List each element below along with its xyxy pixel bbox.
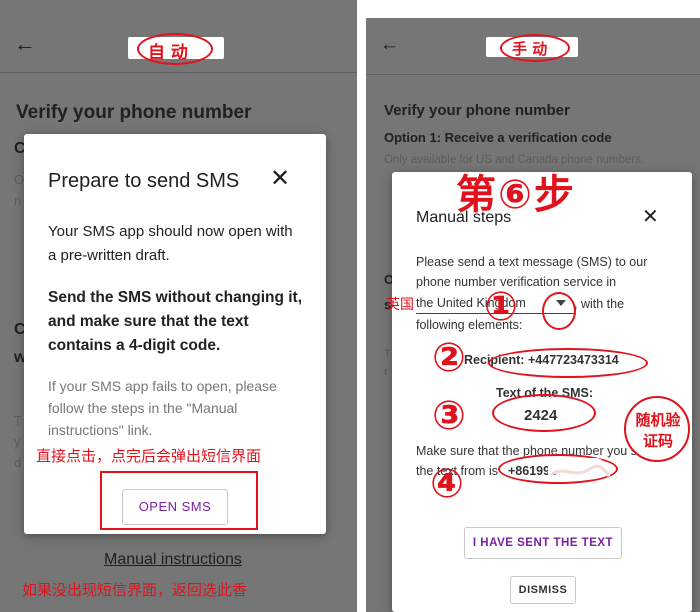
close-icon[interactable]: ✕	[642, 204, 659, 229]
annotation-step-1: ①	[484, 284, 518, 330]
right-app-bar: ← 手 动	[366, 18, 700, 74]
left-bg-fragment-y: y	[14, 434, 21, 449]
left-app-bar-divider	[0, 72, 357, 73]
right-bg-fragment-r: r	[384, 366, 388, 378]
right-bg-fragment-t1: T	[384, 348, 391, 360]
left-app-bar: ← 自 动	[0, 0, 357, 72]
sms-code-annotation-oval	[492, 394, 596, 432]
right-header-title: 手 动	[512, 40, 548, 58]
dismiss-button[interactable]: DISMISS	[510, 576, 576, 604]
right-page-heading: Verify your phone number	[384, 102, 570, 119]
left-header-title: 自 动	[148, 43, 188, 63]
annotation-step-2: ②	[432, 335, 466, 381]
left-bg-fragment-d: d	[14, 455, 22, 470]
annotation-random-code: 随机验证码	[635, 411, 681, 450]
manual-steps-dialog: Manual steps ✕ Please send a text messag…	[392, 172, 692, 612]
annotation-country-uk: 英国	[386, 297, 414, 313]
annotation-step-six: 第⑥步	[456, 172, 576, 218]
dialog-paragraph-fallback: If your SMS app fails to open, please fo…	[48, 378, 277, 438]
right-screen: ← 手 动 Verify your phone number Option 1:…	[366, 18, 700, 612]
left-page-heading: Verify your phone number	[16, 102, 252, 123]
redaction-scribble	[548, 458, 610, 477]
open-sms-button[interactable]: OPEN SMS	[122, 489, 228, 525]
left-bg-fragment-n: n	[14, 193, 22, 208]
right-app-bar-divider	[366, 74, 700, 75]
recipient-annotation-oval	[488, 348, 648, 378]
dialog-title: Prepare to send SMS	[48, 170, 240, 192]
right-option1-heading: Option 1: Receive a verification code	[384, 130, 612, 145]
left-bg-fragment-t: T	[14, 413, 22, 428]
instruction-line-3-suffix: , with the	[574, 297, 625, 311]
instruction-line-1: Please send a text message (SMS) to our	[416, 255, 648, 269]
dialog-paragraph-instruction: Send the SMS without changing it, and ma…	[48, 289, 303, 354]
back-arrow-icon[interactable]: ←	[14, 33, 36, 55]
dialog-paragraph-draft: Your SMS app should now open with a pre-…	[48, 223, 293, 264]
i-have-sent-the-text-button[interactable]: I HAVE SENT THE TEXT	[464, 527, 622, 559]
prepare-sms-dialog: Prepare to send SMS ✕ Your SMS app shoul…	[24, 134, 326, 534]
back-arrow-icon[interactable]: ←	[380, 34, 399, 56]
manual-instructions-link[interactable]: Manual instructions	[104, 551, 242, 569]
close-icon[interactable]: ✕	[270, 164, 290, 193]
annotation-fallback-note: 如果没出现短信界面，返回选此香	[22, 581, 248, 599]
annotation-step-3: ③	[432, 393, 466, 439]
left-bg-fragment-o: O	[14, 172, 25, 187]
country-dropdown-annotation-oval	[542, 292, 576, 330]
annotation-step-4: ④	[430, 461, 464, 507]
left-screen: ← 自 动 Verify your phone number C O n C w…	[0, 0, 357, 612]
annotation-click-note: 直接点击，点完后会弹出短信界面	[36, 447, 262, 465]
